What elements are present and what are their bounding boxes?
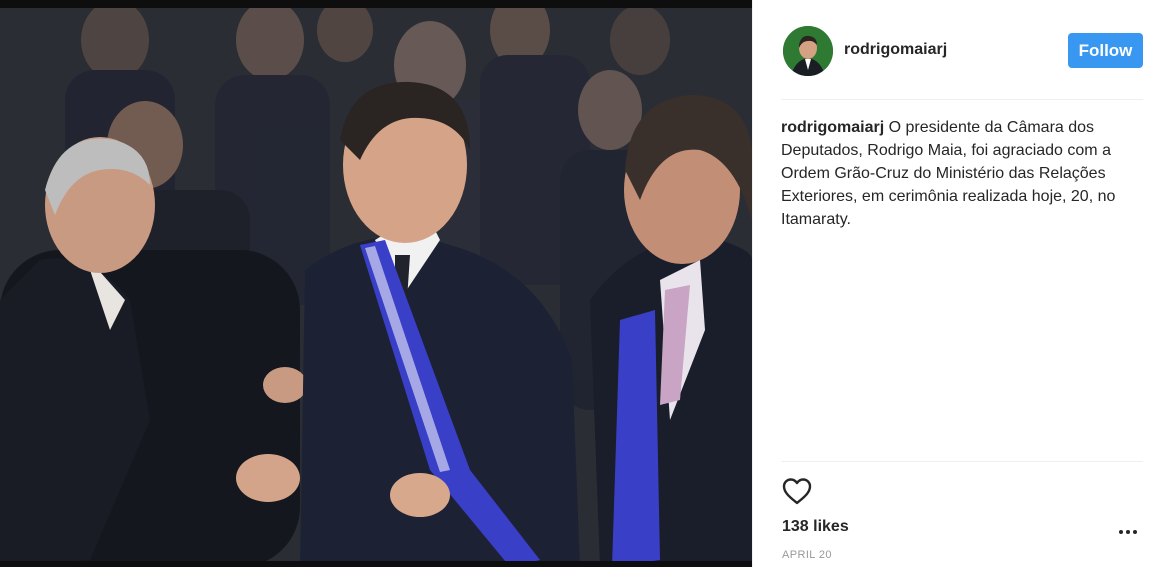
photo-bottom-border — [0, 561, 752, 567]
like-count[interactable]: 138 likes — [782, 518, 849, 536]
caption-username[interactable]: rodrigomaiarj — [781, 119, 884, 136]
more-options-icon[interactable] — [1119, 526, 1143, 538]
dot-icon — [1126, 530, 1130, 534]
photo-illustration — [0, 0, 752, 567]
dot-icon — [1119, 530, 1123, 534]
avatar[interactable] — [783, 26, 833, 76]
avatar-image — [783, 26, 833, 76]
post-date[interactable]: APRIL 20 — [782, 549, 832, 561]
heart-icon[interactable] — [781, 476, 813, 506]
follow-button[interactable]: Follow — [1068, 33, 1143, 68]
post-caption: rodrigomaiarj O presidente da Câmara dos… — [781, 116, 1141, 231]
username-link[interactable]: rodrigomaiarj — [844, 41, 947, 59]
instagram-post: rodrigomaiarj Follow rodrigomaiarj O pre… — [0, 0, 1171, 567]
post-actions: 138 likes APRIL 20 — [781, 461, 1143, 567]
dot-icon — [1133, 530, 1137, 534]
post-photo[interactable] — [0, 0, 752, 567]
photo-top-border — [0, 0, 752, 8]
post-header: rodrigomaiarj Follow — [781, 0, 1143, 100]
post-side-panel: rodrigomaiarj Follow rodrigomaiarj O pre… — [752, 0, 1171, 567]
